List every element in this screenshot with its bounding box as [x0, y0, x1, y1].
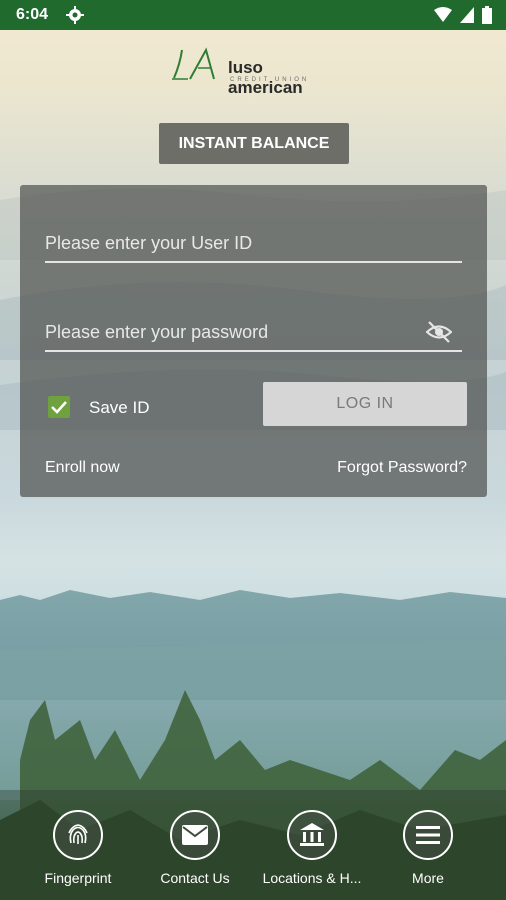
nav-more-label: More	[412, 870, 444, 886]
enroll-link[interactable]: Enroll now	[45, 459, 120, 477]
user-id-field[interactable]: Please enter your User ID	[45, 227, 462, 263]
forgot-password-link[interactable]: Forgot Password?	[337, 459, 467, 477]
mail-icon	[170, 810, 220, 860]
password-field[interactable]: Please enter your password	[45, 316, 462, 352]
nav-contact-us-label: Contact Us	[160, 870, 230, 886]
nav-fingerprint-label: Fingerprint	[44, 870, 112, 886]
status-bar: 6:04	[0, 0, 506, 30]
password-placeholder: Please enter your password	[45, 322, 269, 342]
fingerprint-icon	[53, 810, 103, 860]
nav-locations[interactable]: Locations & H...	[252, 810, 372, 886]
logo: luso american CREDIT UNION	[170, 46, 340, 97]
logo-subtext: CREDIT UNION	[230, 77, 310, 83]
login-screen: 6:04 luso american CREDIT UNION INSTANT …	[0, 0, 506, 900]
gear-icon	[66, 6, 84, 29]
login-panel: Please enter your User ID Please enter y…	[20, 185, 487, 497]
nav-contact-us[interactable]: Contact Us	[135, 810, 255, 886]
save-id-checkbox[interactable]	[48, 396, 70, 418]
checkmark-icon	[51, 401, 67, 414]
user-id-placeholder: Please enter your User ID	[45, 233, 253, 253]
status-icons	[434, 6, 492, 29]
status-time: 6:04	[16, 6, 49, 23]
wifi-icon	[434, 7, 452, 28]
battery-icon	[482, 6, 492, 29]
bank-icon	[287, 810, 337, 860]
nav-fingerprint[interactable]: Fingerprint	[18, 810, 138, 886]
instant-balance-button[interactable]: INSTANT BALANCE	[159, 123, 349, 164]
bottom-nav: Fingerprint Contact Us Locations & H... …	[0, 790, 506, 900]
login-button[interactable]: LOG IN	[263, 382, 467, 426]
menu-icon	[403, 810, 453, 860]
logo-mark	[172, 47, 215, 80]
visibility-off-icon[interactable]	[425, 320, 453, 349]
nav-locations-label: Locations & H...	[262, 870, 362, 886]
save-id-label: Save ID	[89, 398, 150, 417]
cell-signal-icon	[460, 7, 474, 28]
nav-more[interactable]: More	[368, 810, 488, 886]
